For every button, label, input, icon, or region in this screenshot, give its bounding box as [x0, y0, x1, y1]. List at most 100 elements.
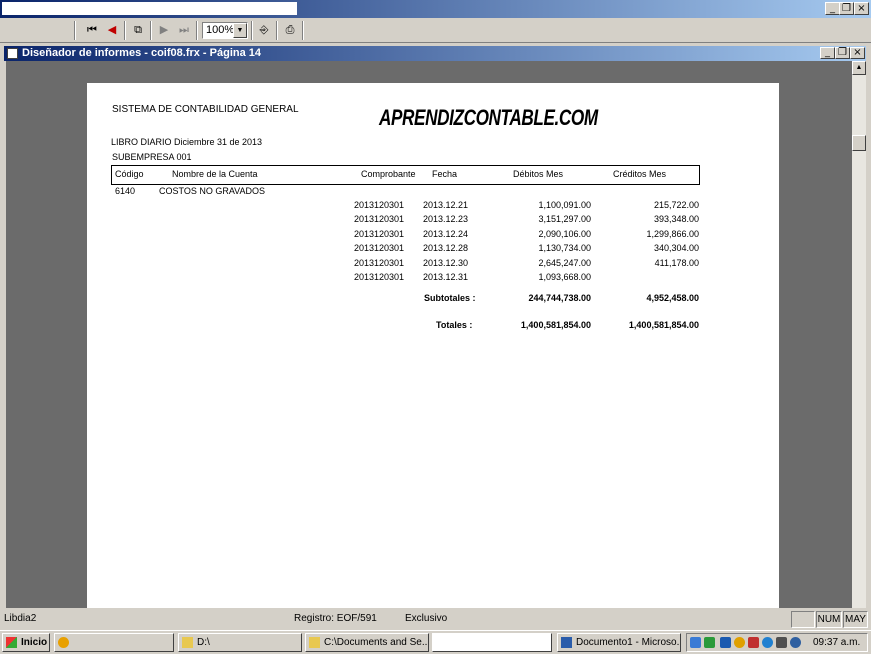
toolbar-separator — [302, 21, 304, 40]
start-button[interactable]: Inicio — [2, 633, 50, 652]
totals-credit: 1,400,581,854.00 — [628, 320, 699, 330]
row-credit: 340,304.00 — [653, 243, 699, 253]
network-icon[interactable] — [690, 637, 701, 648]
chevron-down-icon[interactable]: ▼ — [233, 23, 247, 38]
next-page-icon[interactable]: ▶ — [154, 21, 174, 39]
status-num-lock: NUM — [816, 611, 842, 628]
folder-icon — [182, 637, 193, 648]
row-voucher: 2013120301 — [354, 214, 405, 224]
task-label: C:\Documents and Se... — [324, 637, 429, 648]
task-folder-d[interactable]: D:\ — [178, 633, 302, 652]
account-code: 6140 — [115, 186, 136, 196]
row-date: 2013.12.24 — [423, 229, 469, 239]
row-credit: 411,178.00 — [654, 258, 699, 268]
task-folder-documents[interactable]: C:\Documents and Se... — [305, 633, 429, 652]
restore-icon[interactable]: ❐ — [835, 47, 850, 59]
scrollbar-thumb[interactable] — [852, 135, 866, 151]
table-row: 2013120301 2013.12.30 2,645,247.00 411,1… — [87, 258, 779, 271]
minimize-icon[interactable]: _ — [820, 47, 835, 59]
antivirus-icon[interactable] — [748, 637, 759, 648]
task-redacted[interactable] — [432, 633, 552, 652]
app-title-redacted — [2, 2, 297, 15]
row-voucher: 2013120301 — [354, 243, 405, 253]
subcompany: SUBEMPRESA 001 — [112, 152, 192, 162]
row-credit: 1,299,866.00 — [646, 229, 699, 239]
scroll-up-icon[interactable]: ▲ — [852, 61, 866, 75]
task-word-document[interactable]: Documento1 - Microso... — [557, 633, 681, 652]
report-page: SISTEMA DE CONTABILIDAD GENERAL APRENDIZ… — [87, 83, 779, 608]
status-bar: Libdia2 Registro: EOF/591 Exclusivo NUM … — [0, 609, 871, 629]
totals-debit: 1,400,581,854.00 — [520, 320, 591, 330]
status-caps-lock: MAY — [843, 611, 868, 628]
column-header-code: Código — [115, 169, 144, 179]
table-row: 2013120301 2013.12.23 3,151,297.00 393,3… — [87, 214, 779, 227]
restore-icon[interactable]: ❐ — [839, 2, 854, 15]
report-window-title: Diseñador de informes - coif08.frx - Pág… — [22, 47, 262, 59]
row-voucher: 2013120301 — [354, 229, 405, 239]
windows-logo-icon — [6, 637, 17, 648]
system-name: SISTEMA DE CONTABILIDAD GENERAL — [112, 104, 299, 115]
table-row: 2013120301 2013.12.28 1,130,734.00 340,3… — [87, 243, 779, 256]
taskbar: Inicio D:\ C:\Documents and Se... Docume… — [0, 630, 871, 654]
subtotals-credit: 4,952,458.00 — [646, 293, 699, 303]
status-record: Registro: EOF/591 — [294, 613, 377, 624]
zoom-select[interactable]: 100% ▼ — [202, 22, 248, 39]
close-icon[interactable]: × — [854, 2, 869, 15]
row-voucher: 2013120301 — [354, 258, 405, 268]
row-debit: 2,090,106.00 — [538, 229, 591, 239]
row-date: 2013.12.23 — [423, 214, 469, 224]
close-icon[interactable]: × — [850, 47, 865, 59]
totals-label: Totales : — [436, 320, 473, 330]
status-empty-panel — [791, 611, 815, 628]
row-date: 2013.12.30 — [423, 258, 469, 268]
toolbar-separator — [251, 21, 253, 40]
search-icon[interactable] — [720, 637, 731, 648]
copy-pages-icon[interactable]: ⧉ — [128, 21, 148, 39]
column-header-credits: Créditos Mes — [613, 169, 667, 179]
table-row: 2013120301 2013.12.24 2,090,106.00 1,299… — [87, 229, 779, 242]
task-label: Documento1 - Microso... — [576, 637, 681, 648]
watermark-logo: APRENDIZCONTABLE.COM — [379, 105, 598, 130]
toolbar-separator — [276, 21, 278, 40]
media-icon[interactable] — [734, 637, 745, 648]
task-label: D:\ — [197, 637, 210, 648]
word-icon — [561, 637, 572, 648]
minimize-icon[interactable]: _ — [825, 2, 840, 15]
table-row: 2013120301 2013.12.21 1,100,091.00 215,7… — [87, 200, 779, 213]
status-mode: Exclusivo — [405, 613, 448, 624]
first-page-icon[interactable]: ⏮ — [82, 21, 102, 39]
display-icon[interactable] — [776, 637, 787, 648]
volume-icon[interactable] — [790, 637, 801, 648]
account-name: COSTOS NO GRAVADOS — [159, 186, 266, 196]
column-header-account-name: Nombre de la Cuenta — [172, 169, 258, 179]
last-page-icon[interactable]: ⏭ — [174, 21, 194, 39]
row-debit: 2,645,247.00 — [538, 258, 591, 268]
print-icon[interactable]: ⎙ — [280, 21, 300, 39]
chrome-icon — [58, 637, 69, 648]
clock: 09:37 a.m. — [813, 637, 861, 648]
row-debit: 3,151,297.00 — [538, 214, 591, 224]
system-tray: 09:37 a.m. — [686, 633, 868, 652]
column-header-voucher: Comprobante — [361, 169, 416, 179]
report-window-title-bar: Diseñador de informes - coif08.frx - Pág… — [4, 46, 866, 61]
messenger-icon[interactable] — [762, 637, 773, 648]
toolbar-separator — [74, 21, 76, 40]
row-voucher: 2013120301 — [354, 200, 405, 210]
zoom-value: 100% — [206, 24, 235, 36]
security-icon[interactable] — [704, 637, 715, 648]
vertical-scrollbar[interactable]: ▲ — [852, 61, 866, 608]
status-table-name: Libdia2 — [4, 613, 37, 624]
exit-preview-icon[interactable]: ⎆ — [254, 21, 274, 39]
subtotals-label: Subtotales : — [424, 293, 476, 303]
preview-toolbar: ⏮ ◀ ⧉ ▶ ⏭ 100% ▼ ⎆ ⎙ — [0, 18, 871, 43]
previous-page-icon[interactable]: ◀ — [102, 21, 122, 39]
toolbar-separator — [124, 21, 126, 40]
task-browser[interactable] — [54, 633, 174, 652]
folder-icon — [309, 637, 320, 648]
subtotals-debit: 244,744,738.00 — [528, 293, 591, 303]
row-debit: 1,100,091.00 — [538, 200, 591, 210]
report-designer-icon — [7, 48, 18, 59]
start-label: Inicio — [21, 637, 48, 648]
row-credit: 215,722.00 — [653, 200, 699, 210]
row-date: 2013.12.31 — [423, 272, 469, 282]
